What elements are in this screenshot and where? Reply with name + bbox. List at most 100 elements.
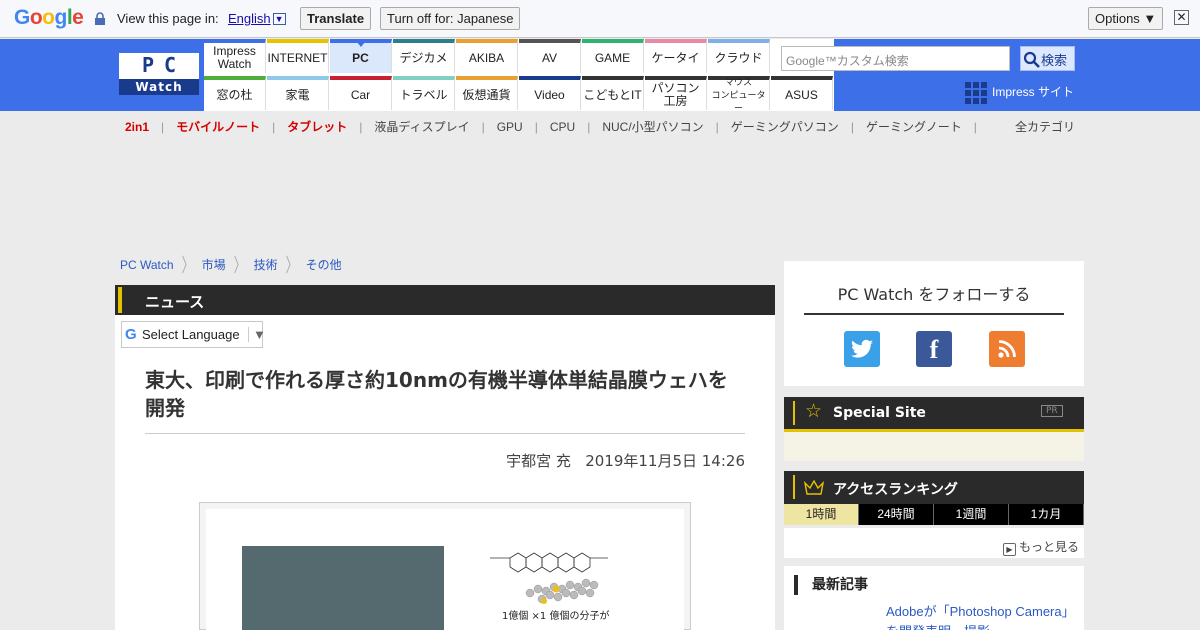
grid-icon — [965, 82, 987, 104]
site-nav: Impress Watch INTERNET PC デジカメ AKIBA AV GAME ケー… — [204, 39, 834, 113]
wafer-photo — [242, 546, 444, 630]
search-input[interactable]: Google™カスタム検索 — [781, 46, 1010, 71]
options-button[interactable]: Options ▼ — [1088, 7, 1164, 30]
author: 宇都宮 充 — [506, 452, 571, 470]
logo-top: PC — [141, 53, 187, 77]
nav-item-row1-0[interactable]: Impress Watch — [204, 39, 266, 73]
nav-item-row2-5[interactable]: Video — [519, 76, 581, 110]
section-title: ニュース — [145, 293, 205, 311]
nav-item-row1-8[interactable]: クラウド — [708, 39, 770, 73]
nav-item-row2-2[interactable]: Car — [330, 76, 392, 110]
nav-item-row2-8[interactable]: マウス コンピューター — [708, 76, 770, 113]
category-link[interactable]: モバイルノート — [176, 120, 260, 134]
category-links: 2in1 | モバイルノート | タブレット | 液晶ディスプレイ | GPU | CPU | NUC/… — [125, 118, 989, 135]
all-categories-link[interactable]: 全カテゴリ — [1015, 118, 1075, 135]
select-language-dropdown[interactable]: G Select Language ▼ — [121, 321, 266, 348]
category-link[interactable]: ゲーミングパソコン — [731, 120, 839, 134]
nav-item-row2-6[interactable]: こどもとIT — [582, 76, 644, 110]
accent-bar — [793, 401, 795, 425]
chevron-right-icon: 〉 — [233, 254, 246, 277]
separator: | — [587, 120, 591, 134]
ranking-title: アクセスランキング — [833, 482, 958, 498]
category-link[interactable]: CPU — [550, 120, 575, 134]
pc-watch-logo[interactable]: PC Watch — [119, 53, 199, 95]
star-icon: ☆ — [805, 400, 823, 422]
crown-icon — [804, 479, 824, 495]
category-link[interactable]: ゲーミングノート — [866, 120, 962, 134]
separator: | — [272, 120, 276, 134]
ranking-tab[interactable]: 1週間 — [934, 504, 1009, 525]
accent-bar — [793, 475, 795, 499]
more-link[interactable]: ▶ もっと見る — [1003, 538, 1079, 556]
nav-item-row2-7[interactable]: パソコン 工房 — [645, 76, 707, 110]
dropdown-arrow-icon: ▼ — [272, 13, 286, 25]
ranking-tab[interactable]: 1時間 — [784, 504, 859, 525]
separator: | — [973, 120, 977, 134]
follow-box: PC Watch をフォローする f — [784, 261, 1084, 386]
breadcrumb-item[interactable]: PC Watch — [120, 258, 174, 272]
chevron-right-icon: 〉 — [285, 254, 298, 277]
special-site-header: ☆ Special Site PR — [784, 397, 1084, 429]
ranking-tab[interactable]: 24時間 — [859, 504, 934, 525]
rss-icon[interactable] — [989, 331, 1025, 367]
turn-off-button[interactable]: Turn off for: Japanese — [380, 7, 521, 30]
impress-site-link[interactable]: Impress サイト — [965, 82, 1074, 104]
molecule-diagram — [490, 552, 608, 604]
accent-bar — [118, 287, 122, 313]
translate-bar: Google View this page in: English ▼ Trans… — [0, 0, 1200, 38]
nav-item-row2-3[interactable]: トラベル — [393, 76, 455, 110]
separator: | — [534, 120, 538, 134]
facebook-icon[interactable]: f — [916, 331, 952, 367]
google-logo: Google — [14, 6, 84, 29]
play-icon: ▶ — [1003, 543, 1016, 556]
nav-item-row2-0[interactable]: 窓の杜 — [204, 76, 266, 110]
special-site-body — [784, 429, 1084, 461]
article-meta: 宇都宮 充 2019年11月5日 14:26 — [145, 450, 745, 471]
breadcrumb-item[interactable]: その他 — [306, 258, 342, 272]
ranking-tab[interactable]: 1カ月 — [1009, 504, 1084, 525]
category-link[interactable]: タブレット — [287, 120, 347, 134]
logo-bottom: Watch — [119, 79, 199, 95]
close-icon[interactable]: ✕ — [1174, 10, 1189, 25]
article-figure[interactable]: 1億個 ×1 億個の分子が — [199, 502, 691, 630]
search-icon — [1023, 51, 1040, 68]
nav-item-row1-7[interactable]: ケータイ — [645, 39, 707, 73]
nav-item-row1-4[interactable]: AKIBA — [456, 39, 518, 73]
nav-item-row1-3[interactable]: デジカメ — [393, 39, 455, 73]
separator: | — [715, 120, 719, 134]
category-link[interactable]: GPU — [497, 120, 523, 134]
nav-item-row2-4[interactable]: 仮想通貨 — [456, 76, 518, 110]
twitter-icon[interactable] — [844, 331, 880, 367]
nav-item-row1-1[interactable]: INTERNET — [267, 39, 329, 73]
divider — [145, 433, 745, 434]
language-select[interactable]: English ▼ — [228, 11, 286, 26]
chevron-right-icon: 〉 — [181, 254, 194, 277]
breadcrumb-item[interactable]: 市場 — [202, 258, 226, 272]
translate-button[interactable]: Translate — [300, 7, 372, 30]
google-g-icon: G — [125, 326, 137, 343]
nav-item-row2-9[interactable]: ASUS — [771, 76, 833, 110]
publish-date: 2019年11月5日 14:26 — [585, 452, 745, 470]
category-link[interactable]: 2in1 — [125, 120, 149, 134]
latest-article-link[interactable]: Adobeが「Photoshop Camera」を開発表明、撮影 — [886, 602, 1071, 630]
nav-item-row2-1[interactable]: 家電 — [267, 76, 329, 110]
special-site-title: Special Site — [833, 405, 926, 421]
breadcrumb: PC Watch 〉市場〉技術〉その他 — [120, 254, 342, 276]
nav-item-row1-5[interactable]: AV — [519, 39, 581, 73]
search-button[interactable]: 検索 — [1020, 46, 1075, 71]
latest-title: 最新記事 — [794, 575, 868, 595]
category-link[interactable]: NUC/小型パソコン — [602, 120, 703, 134]
ranking-tabs: 1時間 24時間 1週間 1カ月 — [784, 504, 1084, 525]
category-link[interactable]: 液晶ディスプレイ — [374, 120, 469, 134]
view-page-label: View this page in: — [117, 11, 219, 26]
section-header: ニュース — [115, 285, 775, 315]
latest-articles: 最新記事 Adobeが「Photoshop Camera」を開発表明、撮影 — [784, 566, 1084, 630]
separator: | — [161, 120, 165, 134]
breadcrumb-item[interactable]: 技術 — [254, 258, 278, 272]
ranking-header: アクセスランキング — [784, 471, 1084, 504]
nav-item-row1-6[interactable]: GAME — [582, 39, 644, 73]
article-title: 東大、印刷で作れる厚さ約10nmの有機半導体単結晶膜ウェハを開発 — [145, 368, 728, 420]
pr-badge: PR — [1041, 405, 1063, 417]
selected-caret-icon — [357, 42, 365, 47]
separator: | — [359, 120, 363, 134]
